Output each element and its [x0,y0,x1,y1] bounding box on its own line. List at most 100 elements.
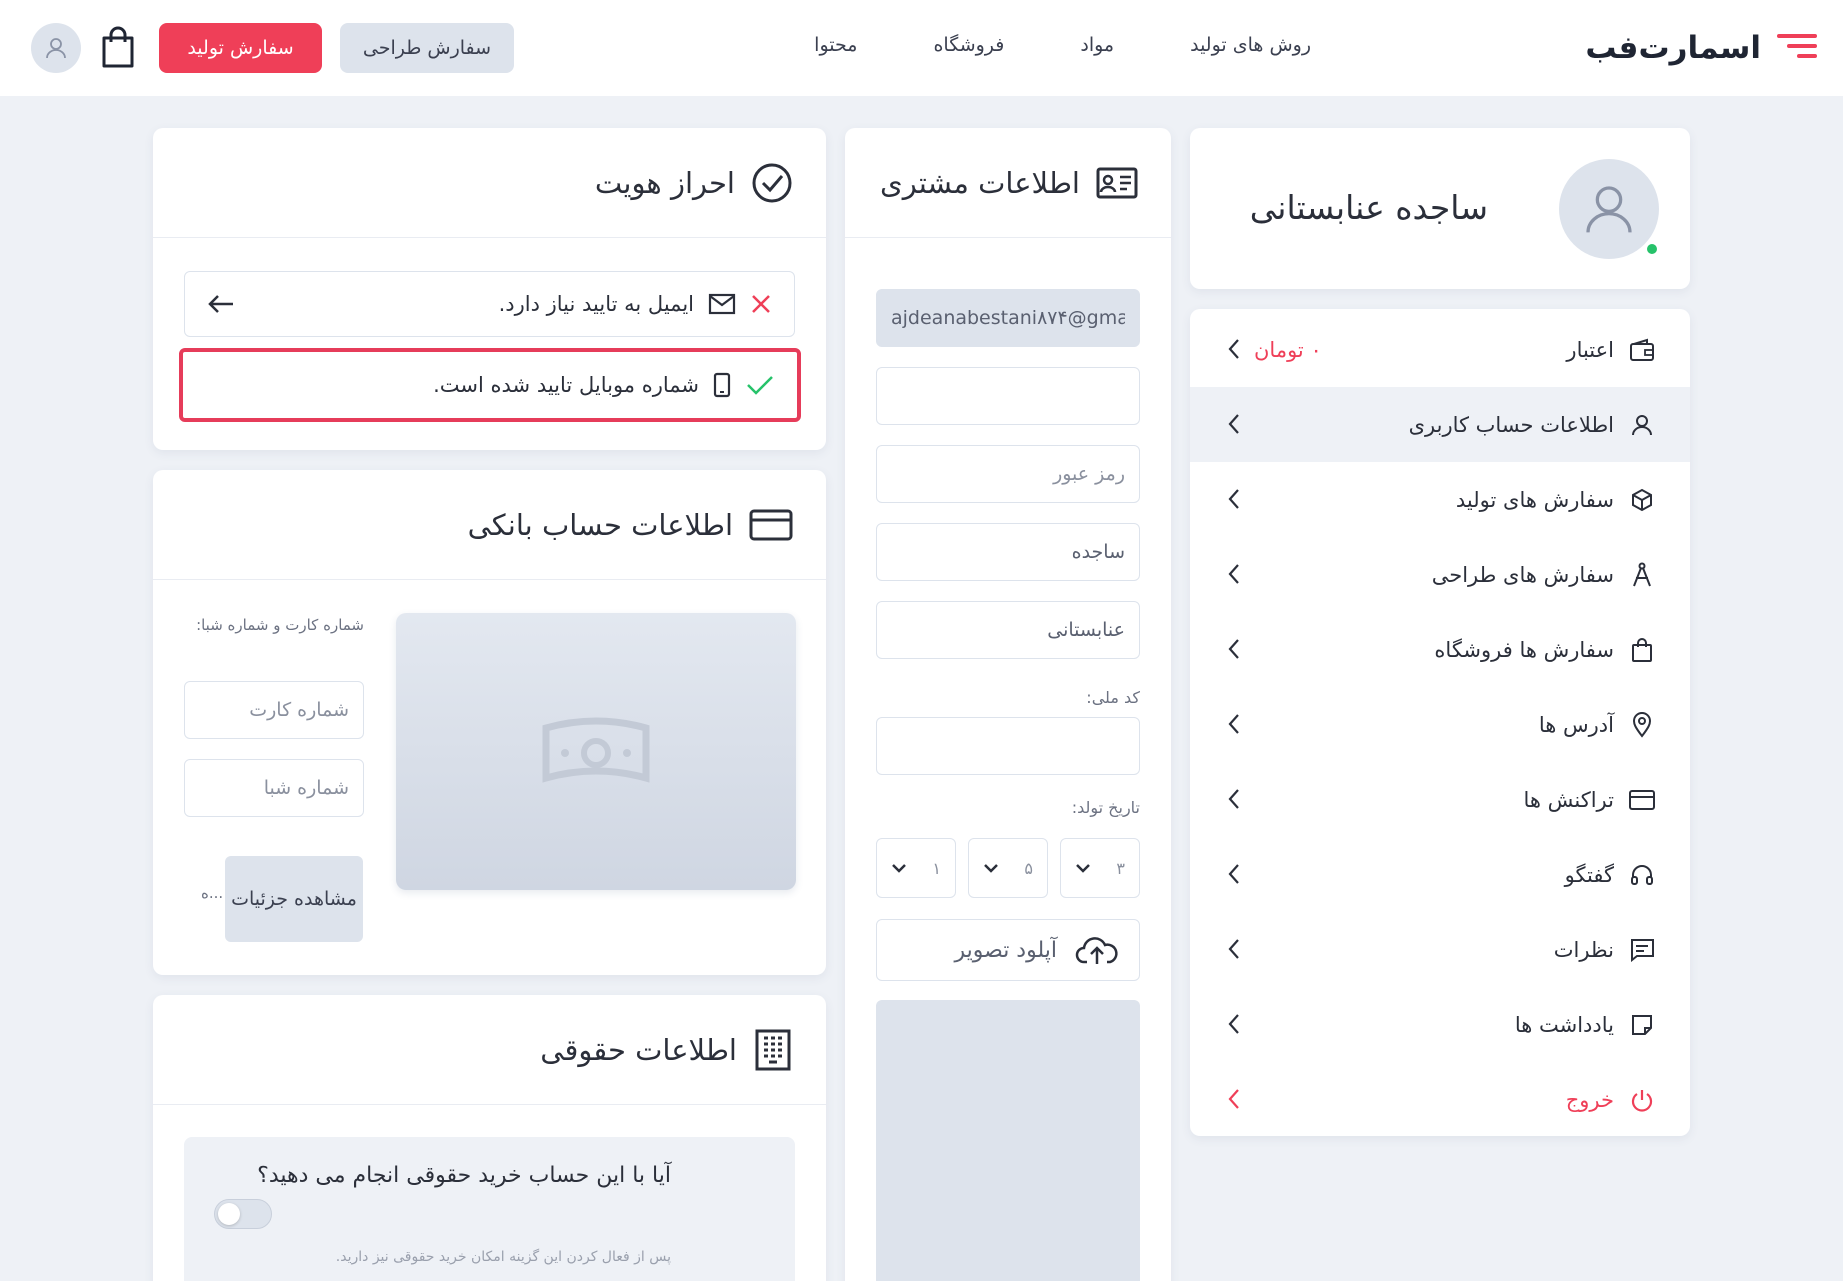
view-details-button[interactable]: مشاهده جزئیات [225,856,363,942]
national-code-label: کد ملی: [1086,688,1140,707]
wallet-icon [1628,336,1656,364]
bank-info-card: اطلاعات حساب بانکی شماره کارت و شماره شب… [153,470,826,975]
profile-card: ساجده عنابستانی [1190,128,1690,289]
chevron-left-icon [1228,789,1239,809]
bank-header: اطلاعات حساب بانکی [153,470,826,580]
menu-item-label: اطلاعات حساب کاربری [1408,412,1614,437]
box-icon [1628,486,1656,514]
chevron-left-icon [1228,714,1239,734]
menu-item-credit[interactable]: اعتبار ۰ تومان [1190,312,1690,387]
profile-avatar [1559,159,1659,259]
production-order-button[interactable]: سفارش تولید [159,23,322,73]
email-field[interactable] [876,289,1140,347]
legal-header: اطلاعات حقوقی [153,995,826,1105]
card-icon [1628,786,1656,814]
chevron-down-icon [1076,864,1090,873]
logo[interactable]: اسمارت‌فب [1585,24,1817,72]
user-icon [1586,186,1632,233]
birth-year-select[interactable]: ۳ [1060,838,1140,898]
building-icon [755,1029,791,1070]
birth-month-select[interactable]: ۵ [968,838,1048,898]
chevron-left-icon [1228,1089,1239,1109]
menu-item-label: نظرات [1553,937,1614,962]
design-order-button[interactable]: سفارش طراحی [340,23,514,73]
menu-item-notes[interactable]: یادداشت ها [1190,987,1690,1062]
identity-verification-card: احراز هویت ایمیل به تایید نیاز دارد. شما… [153,128,826,450]
upload-image-button[interactable]: آپلود تصویر [876,919,1140,981]
logo-text: اسمارت‌فب [1585,30,1762,66]
bag-icon [1628,636,1656,664]
mobile-phone-icon [713,372,731,398]
nav-content[interactable]: محتوا [814,34,857,56]
legal-info-card: اطلاعات حقوقی آیا با این حساب خرید حقوقی… [153,995,826,1281]
user-avatar-button[interactable] [31,23,81,73]
account-menu: اعتبار ۰ تومان اطلاعات حساب کاربری سفارش… [1190,309,1690,1136]
chevron-down-icon [984,864,998,873]
customer-info-card: اطلاعات مشتری کد ملی: تاریخ تولد: ۳ ۵ ۱ … [845,128,1171,1281]
customer-info-title: اطلاعات مشتری [880,165,1080,200]
id-card-icon [1096,167,1138,198]
shopping-bag-icon[interactable] [100,26,136,68]
user-icon [46,38,66,59]
menu-item-label: تراکنش ها [1523,787,1614,812]
legal-purchase-toggle[interactable] [214,1199,272,1229]
money-icon [542,717,650,783]
chevron-left-icon [1228,339,1239,359]
image-preview [876,1000,1140,1281]
menu-item-production-orders[interactable]: سفارش های تولید [1190,462,1690,537]
identity-title: احراز هویت [594,165,735,200]
customer-info-header: اطلاعات مشتری [845,128,1171,238]
cloud-upload-icon [1075,937,1118,964]
menu-item-label: آدرس ها [1538,712,1614,737]
check-icon [747,376,773,395]
sheba-number-input[interactable] [184,759,364,817]
legal-purchase-option: آیا با این حساب خرید حقوقی انجام می دهید… [184,1137,795,1281]
menu-item-chat[interactable]: گفتگو [1190,837,1690,912]
location-icon [1628,711,1656,739]
menu-item-logout[interactable]: خروج [1190,1062,1690,1137]
phone-field[interactable] [876,367,1140,425]
legal-title: اطلاعات حقوقی [540,1032,737,1067]
upload-label: آپلود تصویر [954,937,1057,963]
chevron-left-icon [1228,639,1239,659]
card-number-input[interactable] [184,681,364,739]
chevron-left-icon [1228,414,1239,434]
email-status-text: ایمیل به تایید نیاز دارد. [498,292,694,316]
select-value: ۳ [1116,858,1125,878]
mobile-verification-row[interactable]: شماره موبایل تایید شده است. [179,348,801,422]
menu-item-label: سفارش های تولید [1455,487,1614,512]
menu-item-design-orders[interactable]: سفارش های طراحی [1190,537,1690,612]
menu-item-account-info[interactable]: اطلاعات حساب کاربری [1190,387,1690,462]
user-icon [1628,411,1656,439]
bank-hint-text: شماره کارت و شماره شبا: [196,616,364,634]
last-name-field[interactable] [876,601,1140,659]
password-field[interactable] [876,445,1140,503]
identity-header: احراز هویت [153,128,826,238]
nav-production-methods[interactable]: روش های تولید [1190,34,1311,56]
chevron-down-icon [892,864,906,873]
chevron-left-icon [1228,489,1239,509]
first-name-field[interactable] [876,523,1140,581]
national-code-field[interactable] [876,717,1140,775]
birth-date-label: تاریخ تولد: [1071,798,1140,817]
nav-materials[interactable]: مواد [1080,34,1114,56]
menu-item-store-orders[interactable]: سفارش ها فروشگاه [1190,612,1690,687]
bank-card-image[interactable] [396,613,796,890]
comment-icon [1628,936,1656,964]
menu-item-label: اعتبار [1566,337,1614,362]
email-verification-row[interactable]: ایمیل به تایید نیاز دارد. [184,271,795,337]
nav-store[interactable]: فروشگاه [933,34,1004,56]
arrow-left-icon[interactable] [207,292,235,316]
menu-item-label: خروج [1565,1087,1614,1112]
profile-name: ساجده عنابستانی [1249,188,1488,227]
birth-day-select[interactable]: ۱ [876,838,956,898]
check-circle-icon [752,163,792,202]
menu-item-addresses[interactable]: آدرس ها [1190,687,1690,762]
compass-icon [1628,561,1656,589]
menu-item-label: سفارش ها فروشگاه [1434,637,1614,662]
legal-question: آیا با این حساب خرید حقوقی انجام می دهید… [257,1163,671,1188]
menu-item-comments[interactable]: نظرات [1190,912,1690,987]
menu-item-label: گفتگو [1564,862,1614,887]
select-value: ۱ [932,858,941,878]
menu-item-transactions[interactable]: تراکنش ها [1190,762,1690,837]
